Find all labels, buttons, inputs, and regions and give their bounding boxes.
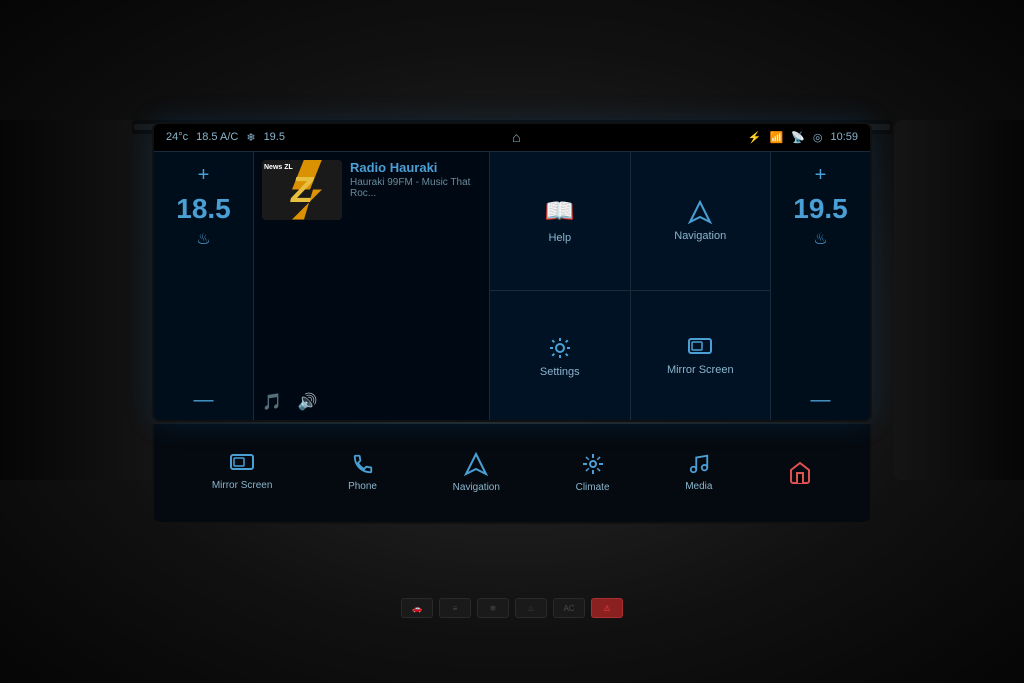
bottom-phone-button[interactable]: Phone [348,453,377,492]
help-label: Help [548,232,571,244]
climate-zone-right: + 19.5 ♨ — [770,152,870,422]
phys-btn-menu2[interactable]: ≡ [439,598,471,618]
temp-value-right: 19.5 [793,195,848,223]
status-bar: 24°c 18.5 A/C ❄ 19.5 ⌂ ⚡ 📶 📡 ◎ 10:59 [154,124,870,152]
media-area: Z News ZL Radio Hauraki Hauraki 99FM - M… [254,152,490,422]
bottom-climate-label: Climate [576,482,610,493]
mirror-screen-icon [688,338,712,358]
radio-display: Z News ZL Radio Hauraki Hauraki 99FM - M… [262,160,481,220]
screen-container: 24°c 18.5 A/C ❄ 19.5 ⌂ ⚡ 📶 📡 ◎ 10:59 [152,122,872,542]
main-screen: 24°c 18.5 A/C ❄ 19.5 ⌂ ⚡ 📶 📡 ◎ 10:59 [152,122,872,422]
app-tile-mirror-screen[interactable]: Mirror Screen [631,291,771,422]
home-icon[interactable]: ⌂ [512,129,520,145]
bottom-mirror-screen-button[interactable]: Mirror Screen [212,454,273,491]
wifi-icon: 📶 [769,131,783,144]
news-label: News ZL [264,164,293,171]
app-tile-help[interactable]: 📖 Help [490,152,630,290]
seat-heat-left-icon[interactable]: ♨ [196,229,210,249]
app-tile-navigation[interactable]: Navigation [631,152,771,290]
bottom-mirror-label: Mirror Screen [212,480,273,491]
climate-zone-left: + 18.5 ♨ — [154,152,254,422]
climate-icon [581,452,605,476]
seat-icon: ♨ [527,604,534,613]
z-logo-background: Z News ZL [262,160,342,220]
bluetooth-icon: ⚡ [748,131,762,144]
bottom-mirror-icon [230,454,254,474]
radio-logo[interactable]: Z News ZL [262,160,342,220]
navigation-icon [688,200,712,224]
station-subtitle: Hauraki 99FM - Music That Roc... [350,177,481,199]
car-background: 24°c 18.5 A/C ❄ 19.5 ⌂ ⚡ 📶 📡 ◎ 10:59 [0,0,1024,683]
phys-btn-car[interactable]: 🚗 [401,598,433,618]
temp-increase-right[interactable]: + [815,164,827,187]
status-right: ⚡ 📶 📡 ◎ 10:59 [748,131,858,144]
ac-icon: AC [563,604,574,613]
location-icon: ◎ [813,131,823,144]
bottom-navigation-button[interactable]: Navigation [453,452,500,493]
mirror-screen-label: Mirror Screen [667,364,734,376]
menu2-icon: ≡ [453,604,458,613]
main-content-area: + 18.5 ♨ — Z News ZL [154,152,870,422]
ac-temp-status: 18.5 A/C [196,131,238,143]
bottom-navigation-label: Navigation [453,482,500,493]
volume-button[interactable]: 🔊 [298,392,318,412]
radio-info: Radio Hauraki Hauraki 99FM - Music That … [350,160,481,199]
station-name: Radio Hauraki [350,160,481,175]
fan-ctrl-icon: ❄ [490,604,497,613]
fan-speed-status: 19.5 [264,131,285,143]
media-controls: 🎵 🔊 [262,388,481,416]
home-icon [788,461,812,485]
status-left: 24°c 18.5 A/C ❄ 19.5 [166,131,285,144]
temp-value-left: 18.5 [176,195,231,223]
bottom-control-bar: Mirror Screen Phone Navigation [152,424,872,524]
fan-icon: ❄ [246,131,255,144]
temp-decrease-right[interactable]: — [811,389,831,412]
phys-btn-seat[interactable]: ♨ [515,598,547,618]
temp-decrease-left[interactable]: — [194,389,214,412]
bottom-phone-label: Phone [348,481,377,492]
seat-heat-right-icon[interactable]: ♨ [813,229,827,249]
bottom-climate-button[interactable]: Climate [576,452,610,493]
help-icon: 📖 [545,197,575,226]
physical-controls-strip: 🚗 ≡ ❄ ♨ AC ⚠ [172,593,852,623]
media-library-button[interactable]: 🎵 [262,392,282,412]
temp-increase-left[interactable]: + [198,164,210,187]
z-letter-logo: Z [291,169,313,211]
bottom-nav-icon [464,452,488,476]
car-icon: 🚗 [412,604,422,613]
signal-icon: 📡 [791,131,805,144]
settings-label: Settings [540,366,580,378]
hazard-icon: ⚠ [603,604,610,613]
phys-btn-hazard[interactable]: ⚠ [591,598,623,618]
bottom-home-button[interactable] [788,461,812,485]
bottom-media-button[interactable]: Media [685,453,712,492]
apps-grid: 📖 Help Navigation [490,152,770,422]
temp-display-status: 24°c [166,131,188,143]
phys-btn-ac[interactable]: AC [553,598,585,618]
navigation-label: Navigation [674,230,726,242]
app-tile-settings[interactable]: Settings [490,291,630,422]
settings-icon [548,336,572,360]
media-icon [688,453,710,475]
dash-left-panel [0,120,160,480]
dash-right-panel [894,120,1024,480]
phone-icon [352,453,374,475]
bottom-media-label: Media [685,481,712,492]
phys-btn-fan[interactable]: ❄ [477,598,509,618]
clock-display: 10:59 [830,131,858,143]
